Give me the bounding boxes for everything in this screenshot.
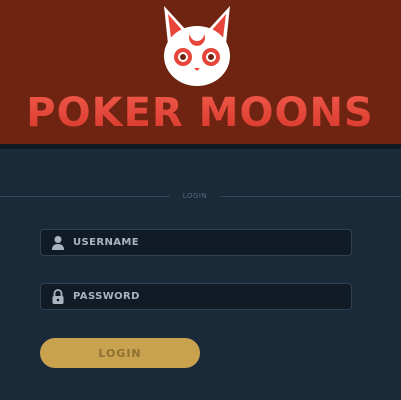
section-title: LOGIN [182, 192, 208, 200]
password-field[interactable] [40, 283, 352, 310]
login-button[interactable]: LOGIN [40, 338, 200, 368]
username-field[interactable] [40, 229, 352, 256]
username-input[interactable] [71, 230, 343, 255]
user-icon [52, 236, 64, 250]
divider-line-right [220, 196, 401, 197]
cat-mascot-icon [164, 6, 230, 86]
brand-wordmark: POKER MOONS [26, 90, 373, 136]
password-input[interactable] [71, 284, 343, 309]
brand-name: POKER MOONS [26, 90, 373, 136]
login-page: POKER MOONS LOGIN LOGIN [0, 0, 401, 400]
section-divider: LOGIN [0, 189, 401, 203]
divider-line-left [0, 196, 170, 197]
header-banner: POKER MOONS [0, 0, 401, 144]
lock-icon [52, 289, 64, 304]
header-divider [0, 144, 401, 149]
